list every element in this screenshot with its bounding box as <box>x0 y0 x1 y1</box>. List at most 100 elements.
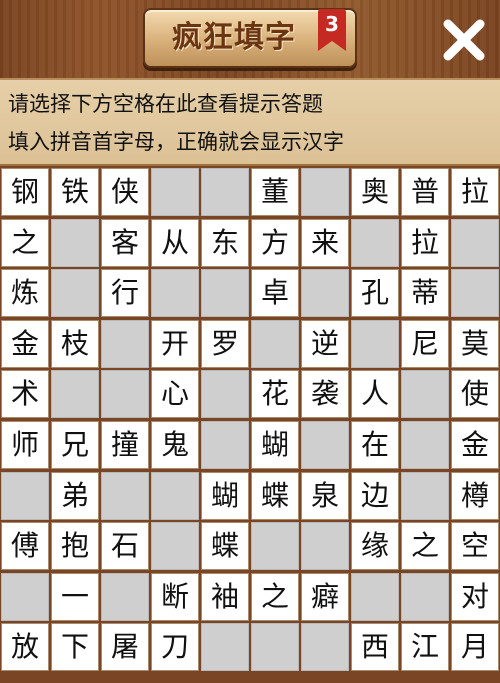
grid-cell[interactable]: 一 <box>51 572 99 621</box>
grid-cell[interactable]: 东 <box>201 218 249 267</box>
grid-cell[interactable]: 罗 <box>201 319 249 368</box>
grid-cell[interactable]: 放 <box>1 623 49 672</box>
grid-cell[interactable]: 普 <box>401 168 449 216</box>
grid-cell[interactable]: 屠 <box>101 623 149 672</box>
close-button[interactable] <box>436 12 492 68</box>
grid-cell[interactable]: 拉 <box>401 218 449 267</box>
grid-cell[interactable]: 莫 <box>451 319 499 368</box>
grid-cell[interactable]: 术 <box>1 370 49 419</box>
grid-cell[interactable]: 从 <box>151 218 199 267</box>
grid-cell[interactable]: 对 <box>451 572 499 621</box>
grid-cell[interactable]: 撞 <box>101 421 149 469</box>
grid-cell[interactable]: 孔 <box>351 269 399 318</box>
grid-cell[interactable]: 拉 <box>451 168 499 216</box>
grid-cell[interactable]: 石 <box>101 522 149 571</box>
grid-cell[interactable]: 蝶 <box>251 471 299 520</box>
grid-cell[interactable]: 兄 <box>51 421 99 469</box>
grid-cell[interactable]: 钢 <box>1 168 49 216</box>
grid-cell-empty[interactable] <box>151 168 199 216</box>
grid-cell[interactable]: 侠 <box>101 168 149 216</box>
grid-cell[interactable]: 下 <box>51 623 99 672</box>
grid-cell[interactable]: 枝 <box>51 319 99 368</box>
grid-cell-empty[interactable] <box>51 218 99 267</box>
grid-cell[interactable]: 开 <box>151 319 199 368</box>
grid-cell-empty[interactable] <box>451 269 499 318</box>
grid-cell-empty[interactable] <box>51 370 99 419</box>
grid-cell[interactable]: 抱 <box>51 522 99 571</box>
grid-cell[interactable]: 蝴 <box>201 471 249 520</box>
grid-cell[interactable]: 鬼 <box>151 421 199 469</box>
grid-cell-empty[interactable] <box>151 471 199 520</box>
grid-cell-empty[interactable] <box>251 522 299 571</box>
grid-cell[interactable]: 炼 <box>1 269 49 318</box>
grid-cell[interactable]: 师 <box>1 421 49 469</box>
grid-cell-empty[interactable] <box>101 319 149 368</box>
grid-cell-empty[interactable] <box>151 522 199 571</box>
grid-cell[interactable]: 樽 <box>451 471 499 520</box>
grid-cell[interactable]: 江 <box>401 623 449 672</box>
grid-cell[interactable]: 逆 <box>301 319 349 368</box>
grid-cell[interactable]: 断 <box>151 572 199 621</box>
grid-cell-empty[interactable] <box>201 370 249 419</box>
grid-cell-empty[interactable] <box>251 319 299 368</box>
grid-cell[interactable]: 金 <box>1 319 49 368</box>
grid-cell[interactable]: 泉 <box>301 471 349 520</box>
grid-cell-empty[interactable] <box>351 319 399 368</box>
grid-cell[interactable]: 西 <box>351 623 399 672</box>
grid-cell-empty[interactable] <box>201 168 249 216</box>
grid-cell[interactable]: 客 <box>101 218 149 267</box>
grid-cell-empty[interactable] <box>401 471 449 520</box>
grid-cell[interactable]: 奥 <box>351 168 399 216</box>
grid-cell[interactable]: 傅 <box>1 522 49 571</box>
grid-cell[interactable]: 袖 <box>201 572 249 621</box>
grid-cell[interactable]: 董 <box>251 168 299 216</box>
grid-cell[interactable]: 之 <box>1 218 49 267</box>
grid-cell[interactable]: 袭 <box>301 370 349 419</box>
grid-cell[interactable]: 使 <box>451 370 499 419</box>
grid-cell-empty[interactable] <box>1 471 49 520</box>
grid-cell[interactable]: 癖 <box>301 572 349 621</box>
grid-cell[interactable]: 方 <box>251 218 299 267</box>
grid-cell-empty[interactable] <box>151 269 199 318</box>
grid-cell-empty[interactable] <box>351 218 399 267</box>
grid-cell[interactable]: 在 <box>351 421 399 469</box>
grid-cell-empty[interactable] <box>301 623 349 672</box>
grid-cell[interactable]: 空 <box>451 522 499 571</box>
grid-cell[interactable]: 行 <box>101 269 149 318</box>
grid-cell[interactable]: 蝴 <box>251 421 299 469</box>
grid-cell[interactable]: 铁 <box>51 168 99 216</box>
grid-cell-empty[interactable] <box>351 572 399 621</box>
grid-cell[interactable]: 尼 <box>401 319 449 368</box>
grid-cell[interactable]: 月 <box>451 623 499 672</box>
grid-cell[interactable]: 蒂 <box>401 269 449 318</box>
grid-cell[interactable]: 之 <box>251 572 299 621</box>
grid-cell-empty[interactable] <box>251 623 299 672</box>
grid-cell-empty[interactable] <box>451 218 499 267</box>
grid-cell[interactable]: 蝶 <box>201 522 249 571</box>
grid-cell-empty[interactable] <box>51 269 99 318</box>
grid-cell-empty[interactable] <box>201 421 249 469</box>
grid-cell-empty[interactable] <box>201 623 249 672</box>
grid-cell-empty[interactable] <box>401 421 449 469</box>
grid-cell-empty[interactable] <box>1 572 49 621</box>
grid-cell-empty[interactable] <box>101 370 149 419</box>
grid-cell-empty[interactable] <box>301 168 349 216</box>
grid-cell-empty[interactable] <box>101 572 149 621</box>
grid-cell[interactable]: 心 <box>151 370 199 419</box>
grid-cell[interactable]: 刀 <box>151 623 199 672</box>
grid-cell-empty[interactable] <box>301 269 349 318</box>
grid-cell-empty[interactable] <box>301 421 349 469</box>
grid-cell[interactable]: 金 <box>451 421 499 469</box>
grid-cell[interactable]: 花 <box>251 370 299 419</box>
grid-cell-empty[interactable] <box>301 522 349 571</box>
grid-cell-empty[interactable] <box>401 572 449 621</box>
grid-cell[interactable]: 边 <box>351 471 399 520</box>
grid-cell[interactable]: 卓 <box>251 269 299 318</box>
grid-cell[interactable]: 人 <box>351 370 399 419</box>
grid-cell[interactable]: 来 <box>301 218 349 267</box>
grid-cell[interactable]: 之 <box>401 522 449 571</box>
grid-cell-empty[interactable] <box>101 471 149 520</box>
grid-cell[interactable]: 弟 <box>51 471 99 520</box>
grid-cell-empty[interactable] <box>201 269 249 318</box>
grid-cell-empty[interactable] <box>401 370 449 419</box>
